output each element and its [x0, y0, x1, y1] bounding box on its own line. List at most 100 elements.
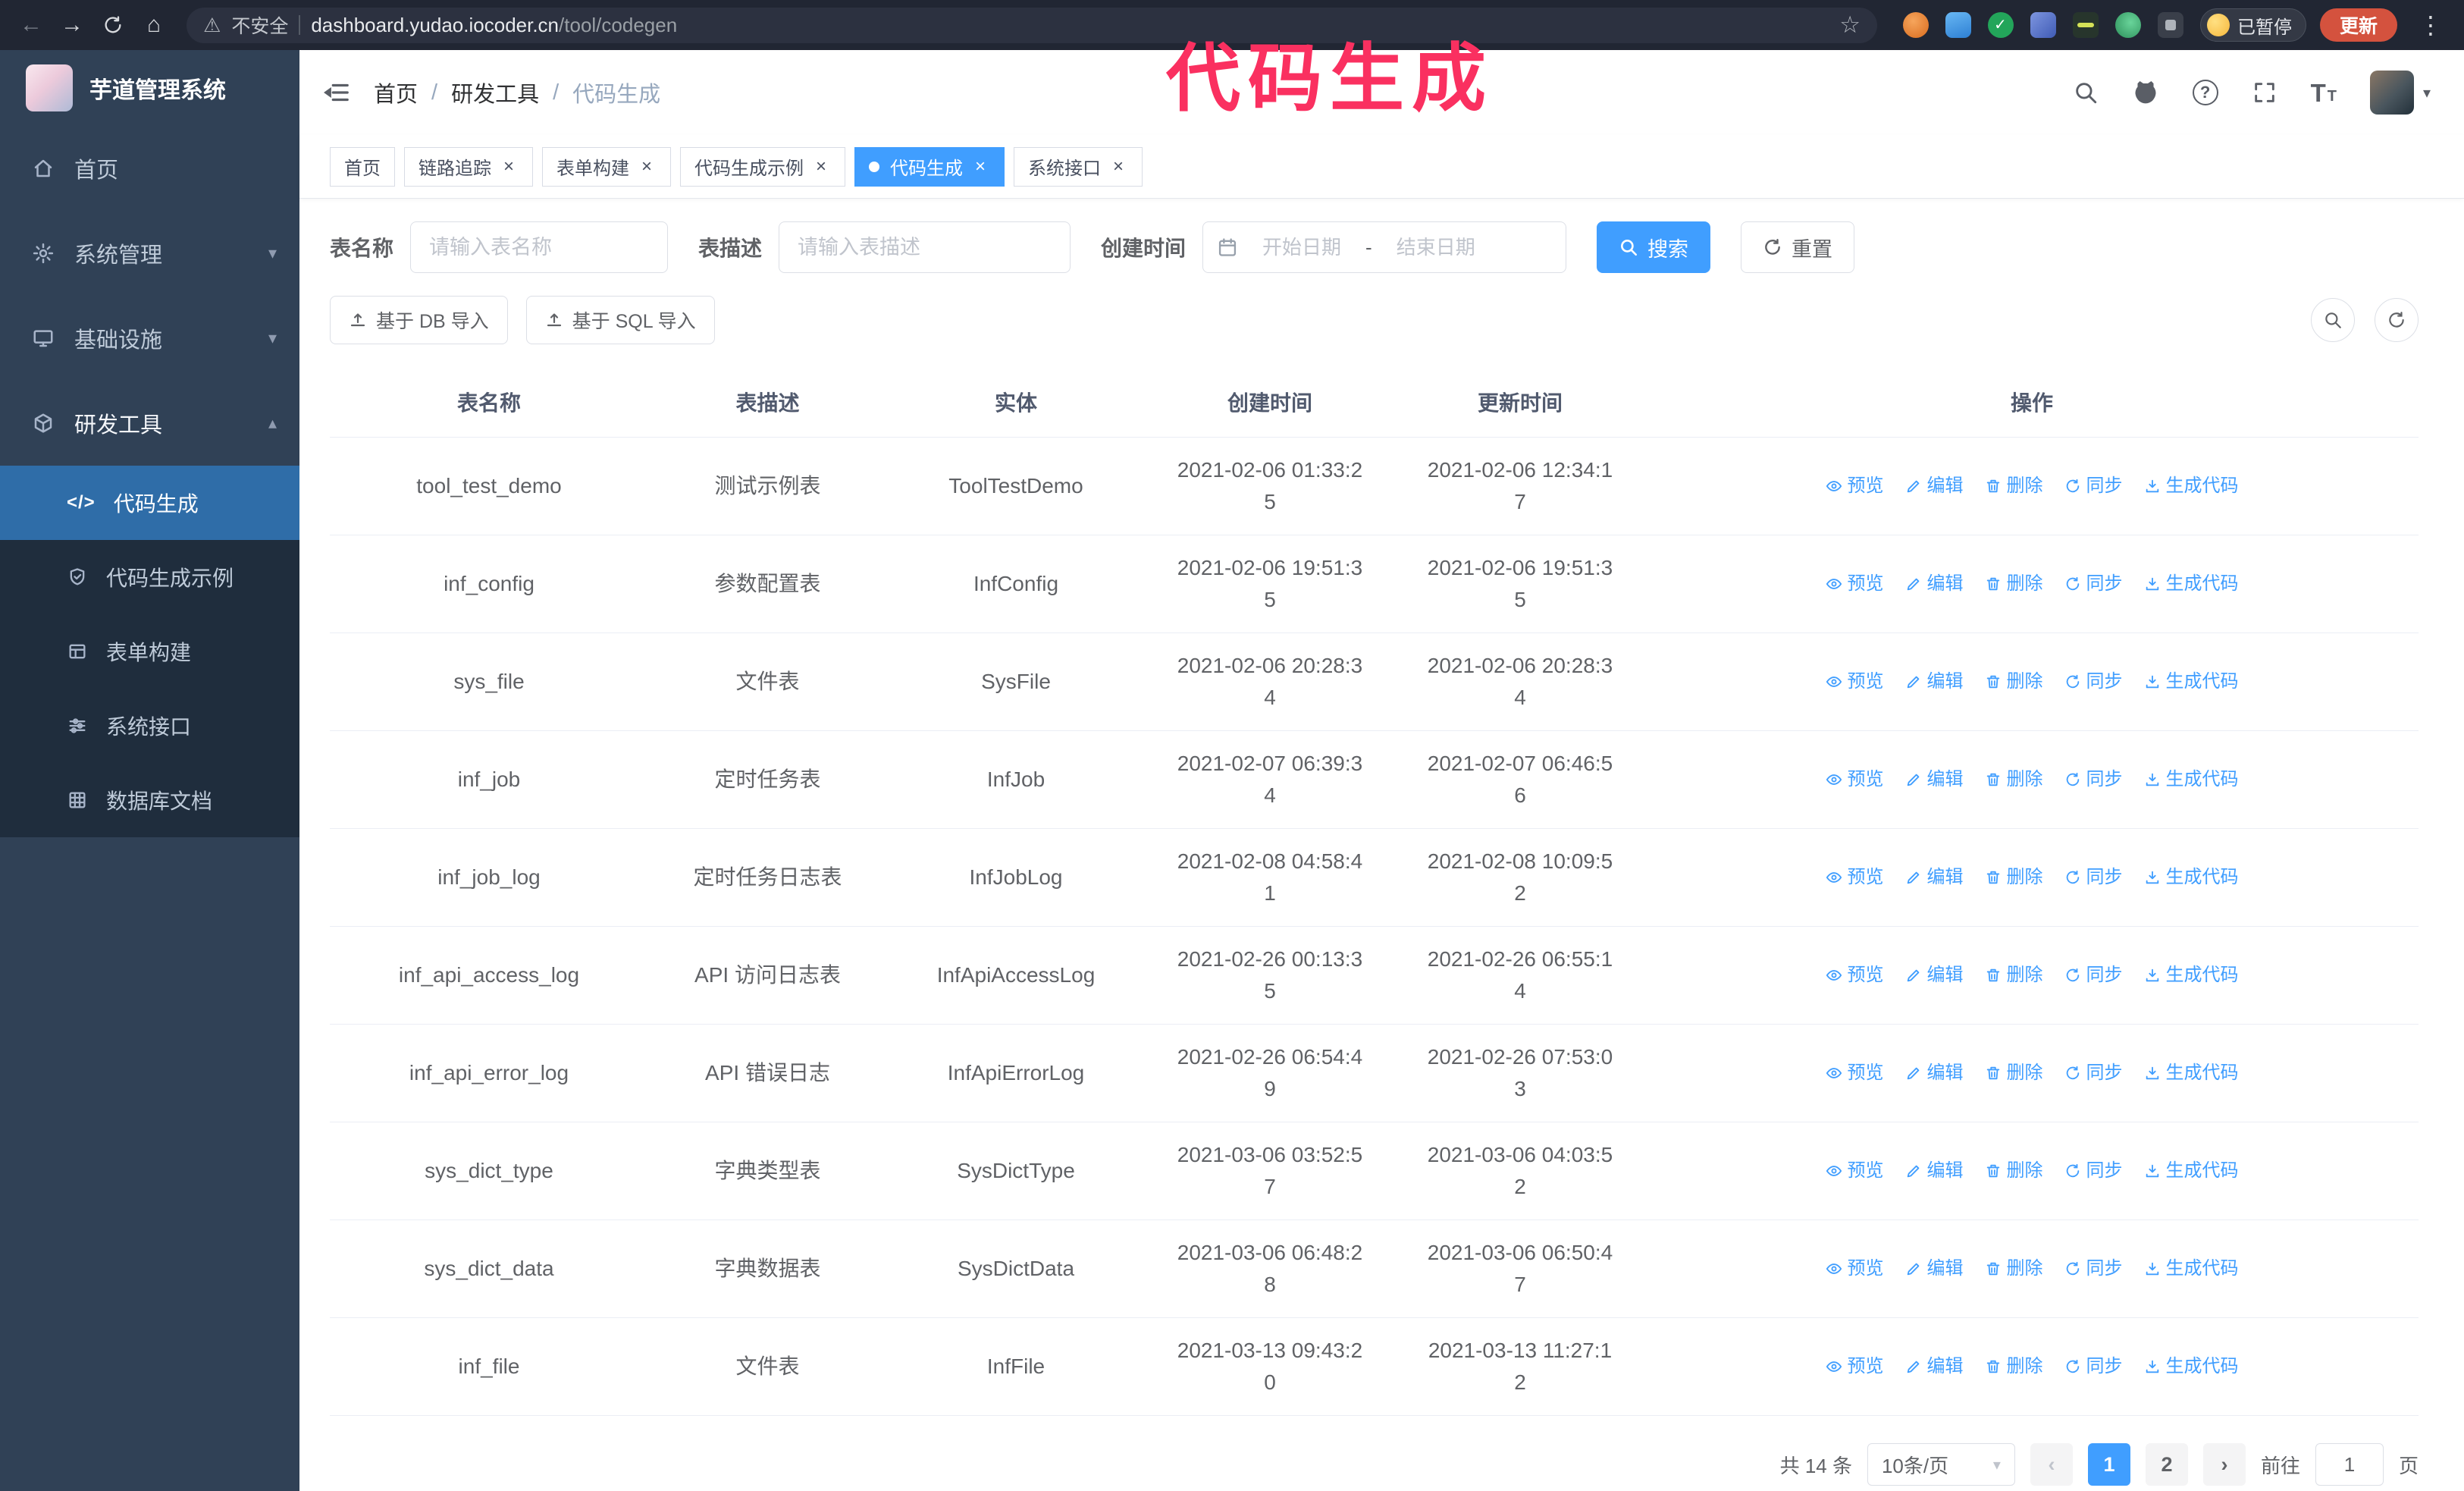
app-logo[interactable]: 芋道管理系统: [0, 50, 299, 126]
edit-link[interactable]: 编辑: [1905, 472, 1964, 500]
bookmark-star-icon[interactable]: ☆: [1839, 11, 1861, 39]
edit-link[interactable]: 编辑: [1905, 1255, 1964, 1282]
tab-codegen-example[interactable]: 代码生成示例 ×: [680, 146, 845, 187]
sync-link[interactable]: 同步: [2064, 1255, 2123, 1282]
edit-link[interactable]: 编辑: [1905, 1157, 1964, 1185]
delete-link[interactable]: 删除: [1985, 1353, 2043, 1380]
delete-link[interactable]: 删除: [1985, 962, 2043, 989]
edit-link[interactable]: 编辑: [1905, 1353, 1964, 1380]
extension-icon[interactable]: [2157, 12, 2183, 38]
browser-forward-button[interactable]: →: [55, 7, 89, 43]
sync-link[interactable]: 同步: [2064, 864, 2123, 891]
tab-form-builder[interactable]: 表单构建 ×: [542, 146, 671, 187]
search-icon[interactable]: [2073, 80, 2099, 105]
tab-system-api[interactable]: 系统接口 ×: [1014, 146, 1143, 187]
extension-icon[interactable]: [2030, 12, 2056, 38]
edit-link[interactable]: 编辑: [1905, 1059, 1964, 1087]
generate-code-link[interactable]: 生成代码: [2144, 1059, 2239, 1087]
sync-link[interactable]: 同步: [2064, 1157, 2123, 1185]
date-start-input[interactable]: [1244, 235, 1360, 259]
delete-link[interactable]: 删除: [1985, 766, 2043, 793]
delete-link[interactable]: 删除: [1985, 1157, 2043, 1185]
page-button-2[interactable]: 2: [2145, 1443, 2188, 1486]
sync-link[interactable]: 同步: [2064, 962, 2123, 989]
sidebar-subitem-system-api[interactable]: 系统接口: [0, 689, 299, 763]
browser-reload-button[interactable]: [96, 7, 130, 43]
sync-link[interactable]: 同步: [2064, 570, 2123, 598]
import-sql-button[interactable]: 基于 SQL 导入: [525, 296, 715, 344]
fullscreen-icon[interactable]: [2252, 80, 2277, 105]
delete-link[interactable]: 删除: [1985, 1255, 2043, 1282]
preview-link[interactable]: 预览: [1826, 570, 1884, 598]
sync-link[interactable]: 同步: [2064, 1059, 2123, 1087]
browser-home-button[interactable]: ⌂: [136, 7, 171, 43]
generate-code-link[interactable]: 生成代码: [2144, 570, 2239, 598]
generate-code-link[interactable]: 生成代码: [2144, 1157, 2239, 1185]
refresh-table-button[interactable]: [2375, 298, 2419, 342]
github-icon[interactable]: [2132, 79, 2159, 106]
tab-close-icon[interactable]: ×: [970, 156, 990, 177]
extension-icon[interactable]: [1902, 12, 1929, 38]
sync-paused-badge[interactable]: 已暂停: [2199, 8, 2306, 42]
sidebar-item-devtools[interactable]: 研发工具 ▴: [0, 381, 299, 466]
sidebar-item-infra[interactable]: 基础设施 ▾: [0, 296, 299, 381]
browser-back-button[interactable]: ←: [14, 7, 49, 43]
extension-icon[interactable]: [1987, 12, 2014, 38]
prev-page-button[interactable]: ‹: [2030, 1443, 2073, 1486]
preview-link[interactable]: 预览: [1826, 1157, 1884, 1185]
sidebar-item-system[interactable]: 系统管理 ▾: [0, 211, 299, 296]
generate-code-link[interactable]: 生成代码: [2144, 668, 2239, 695]
generate-code-link[interactable]: 生成代码: [2144, 962, 2239, 989]
edit-link[interactable]: 编辑: [1905, 962, 1964, 989]
generate-code-link[interactable]: 生成代码: [2144, 472, 2239, 500]
search-button[interactable]: 搜索: [1597, 221, 1711, 273]
sidebar-subitem-codegen[interactable]: </> 代码生成: [0, 466, 299, 540]
edit-link[interactable]: 编辑: [1905, 668, 1964, 695]
font-size-icon[interactable]: TT: [2311, 80, 2337, 105]
tab-home[interactable]: 首页: [330, 146, 395, 187]
sidebar-subitem-form-builder[interactable]: 表单构建: [0, 614, 299, 689]
sync-link[interactable]: 同步: [2064, 668, 2123, 695]
table-name-input[interactable]: [410, 221, 669, 273]
breadcrumb-home[interactable]: 首页: [374, 77, 418, 108]
sync-link[interactable]: 同步: [2064, 766, 2123, 793]
tab-codegen[interactable]: 代码生成 ×: [854, 146, 1005, 187]
breadcrumb-devtools[interactable]: 研发工具: [451, 77, 539, 108]
date-end-input[interactable]: [1378, 235, 1494, 259]
generate-code-link[interactable]: 生成代码: [2144, 766, 2239, 793]
delete-link[interactable]: 删除: [1985, 570, 2043, 598]
tab-tracing[interactable]: 链路追踪 ×: [404, 146, 533, 187]
delete-link[interactable]: 删除: [1985, 668, 2043, 695]
delete-link[interactable]: 删除: [1985, 864, 2043, 891]
tab-close-icon[interactable]: ×: [637, 156, 657, 177]
preview-link[interactable]: 预览: [1826, 1255, 1884, 1282]
page-size-select[interactable]: 10条/页 ▾: [1867, 1443, 2015, 1486]
sidebar-toggle-icon[interactable]: [322, 78, 351, 107]
user-menu[interactable]: ▾: [2369, 71, 2431, 115]
next-page-button[interactable]: ›: [2202, 1443, 2246, 1486]
tab-close-icon[interactable]: ×: [1108, 156, 1128, 177]
generate-code-link[interactable]: 生成代码: [2144, 1353, 2239, 1380]
help-icon[interactable]: ?: [2192, 80, 2218, 105]
browser-menu-icon[interactable]: ⋮: [2411, 11, 2450, 39]
preview-link[interactable]: 预览: [1826, 864, 1884, 891]
extension-icon[interactable]: [2114, 12, 2141, 38]
extension-icon[interactable]: [2072, 12, 2099, 38]
sync-link[interactable]: 同步: [2064, 1353, 2123, 1380]
import-db-button[interactable]: 基于 DB 导入: [330, 296, 508, 344]
date-range-picker[interactable]: -: [1202, 221, 1567, 273]
generate-code-link[interactable]: 生成代码: [2144, 864, 2239, 891]
browser-update-button[interactable]: 更新: [2319, 8, 2397, 42]
toggle-search-button[interactable]: [2311, 298, 2355, 342]
preview-link[interactable]: 预览: [1826, 962, 1884, 989]
extension-icon[interactable]: [1945, 12, 1971, 38]
sidebar-subitem-codegen-example[interactable]: 代码生成示例: [0, 540, 299, 614]
generate-code-link[interactable]: 生成代码: [2144, 1255, 2239, 1282]
table-desc-input[interactable]: [779, 221, 1071, 273]
page-button-1[interactable]: 1: [2087, 1443, 2130, 1486]
goto-page-input[interactable]: [2315, 1443, 2384, 1486]
sidebar-item-home[interactable]: 首页: [0, 126, 299, 211]
edit-link[interactable]: 编辑: [1905, 570, 1964, 598]
edit-link[interactable]: 编辑: [1905, 864, 1964, 891]
address-bar[interactable]: ⚠ 不安全 dashboard.yudao.iocoder.cn/tool/co…: [187, 7, 1877, 43]
